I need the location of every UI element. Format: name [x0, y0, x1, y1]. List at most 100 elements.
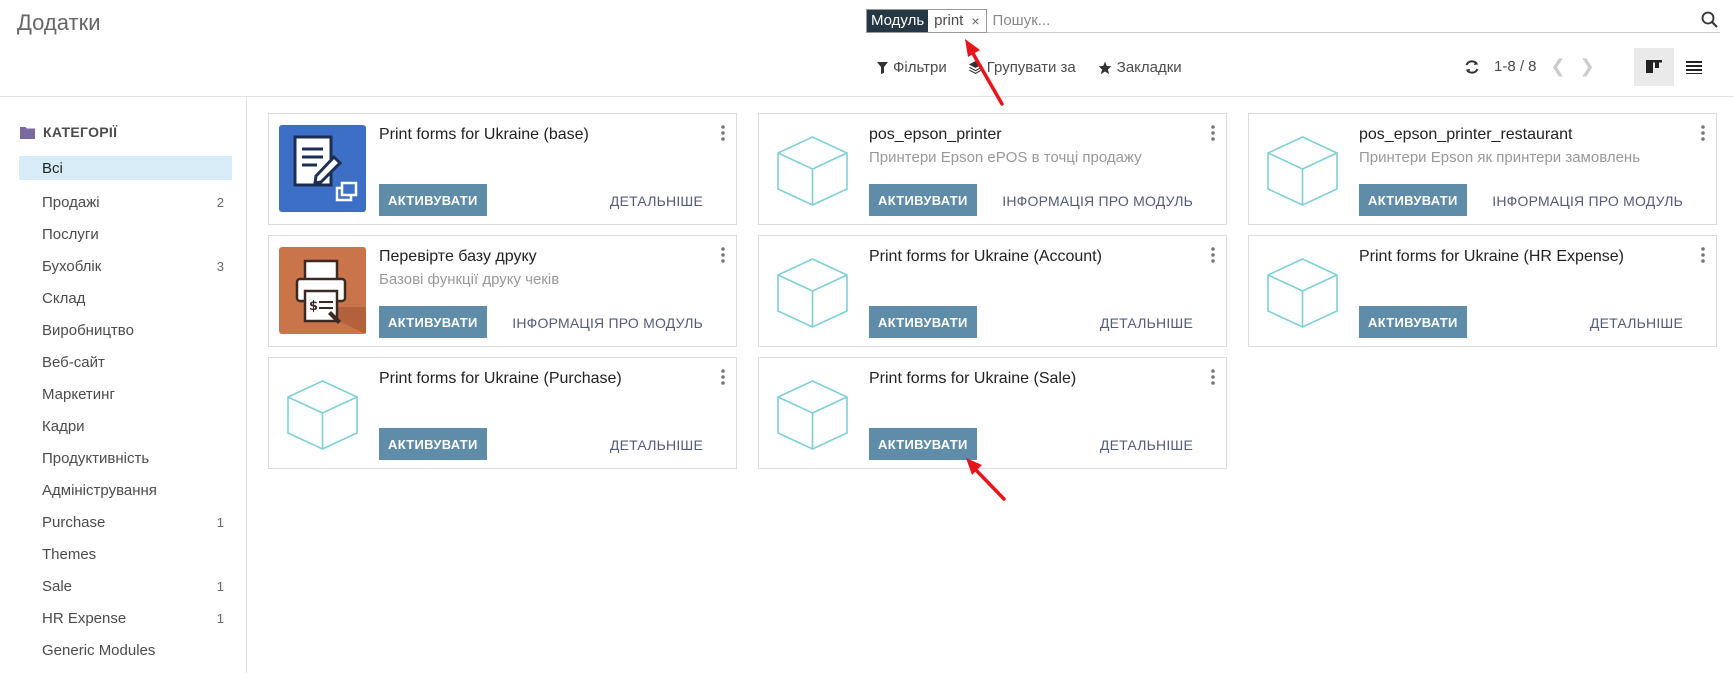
category-count: 2	[216, 194, 224, 210]
category-label: Бухоблік	[42, 257, 102, 275]
module-details-link[interactable]: ДЕТАЛЬНІШЕ	[1590, 315, 1683, 331]
module-info-link[interactable]: ІНФОРМАЦІЯ ПРО МОДУЛЬ	[1002, 193, 1193, 209]
activate-button[interactable]: АКТИВУВАТИ	[1359, 184, 1467, 216]
kebab-menu-icon[interactable]	[1209, 368, 1217, 386]
category-label: Виробництво	[42, 321, 134, 339]
categories-title: КАТЕГОРІЇ	[43, 124, 118, 140]
folder-icon	[20, 126, 35, 139]
module-card[interactable]: Print forms for Ukraine (Purchase) АКТИВ…	[268, 357, 737, 469]
module-info-link[interactable]: ІНФОРМАЦІЯ ПРО МОДУЛЬ	[1492, 193, 1683, 209]
category-item-manufacturing[interactable]: Виробництво	[19, 314, 232, 346]
kebab-menu-icon[interactable]	[719, 124, 727, 142]
kebab-menu-icon[interactable]	[1699, 124, 1707, 142]
module-title: pos_epson_printer_restaurant	[1359, 126, 1573, 143]
pager-value[interactable]: 1-8 / 8	[1494, 58, 1537, 75]
kebab-menu-icon[interactable]	[1209, 124, 1217, 142]
module-card[interactable]: Print forms for Ukraine (HR Expense) АКТ…	[1248, 235, 1717, 347]
list-view-button[interactable]	[1674, 48, 1714, 86]
refresh-icon[interactable]	[1464, 59, 1480, 75]
search-bar: Модуль print ×	[866, 8, 1720, 33]
category-list: Всі Продажі 2 Послуги Бухоблік 3 Склад Вир…	[19, 156, 232, 666]
category-item-accounting[interactable]: Бухоблік 3	[19, 250, 232, 282]
category-label: Purchase	[42, 513, 106, 531]
activate-button[interactable]: АКТИВУВАТИ	[869, 184, 977, 216]
category-item-inventory[interactable]: Склад	[19, 282, 232, 314]
module-details-link[interactable]: ДЕТАЛЬНІШЕ	[1100, 437, 1193, 453]
page-title: Додатки	[17, 10, 101, 35]
favorites-button[interactable]: Закладки	[1098, 59, 1182, 76]
category-label: Sale	[42, 577, 73, 595]
activate-button[interactable]: АКТИВУВАТИ	[379, 428, 487, 460]
category-label: HR Expense	[42, 609, 127, 627]
kebab-menu-icon[interactable]	[719, 246, 727, 264]
module-details-link[interactable]: ДЕТАЛЬНІШЕ	[610, 437, 703, 453]
category-count: 1	[216, 610, 224, 626]
document-edit-icon	[279, 125, 366, 212]
module-card[interactable]: Print forms for Ukraine (base) АКТИВУВАТ…	[268, 113, 737, 225]
pager-prev-icon[interactable]: ❮	[1551, 56, 1566, 77]
module-card[interactable]: Print forms for Ukraine (Account) АКТИВУ…	[758, 235, 1227, 347]
facet-label: Модуль	[867, 9, 929, 32]
category-item-services[interactable]: Послуги	[19, 218, 232, 250]
module-card[interactable]: $ Перевірте базу друку Базові функції др…	[268, 235, 737, 347]
module-title: pos_epson_printer	[869, 126, 1002, 143]
category-item-website[interactable]: Веб-сайт	[19, 346, 232, 378]
kanban-view-button[interactable]	[1634, 48, 1674, 86]
filter-icon	[877, 61, 888, 74]
module-summary: Базові функції друку чеків	[379, 271, 560, 288]
activate-button[interactable]: АКТИВУВАТИ	[869, 428, 977, 460]
category-label: Всі	[42, 159, 63, 177]
category-label: Продажі	[42, 193, 100, 211]
category-label: Адміністрування	[42, 481, 157, 499]
category-item-generic-modules[interactable]: Generic Modules	[19, 634, 232, 666]
module-title: Print forms for Ukraine (Purchase)	[379, 370, 622, 387]
group-by-button[interactable]: Групувати за	[968, 59, 1076, 76]
module-card[interactable]: pos_epson_printer Принтери Epson ePOS в …	[758, 113, 1227, 225]
filters-label: Фільтри	[893, 59, 947, 76]
kebab-menu-icon[interactable]	[719, 368, 727, 386]
activate-button[interactable]: АКТИВУВАТИ	[1359, 306, 1467, 338]
module-details-link[interactable]: ДЕТАЛЬНІШЕ	[1100, 315, 1193, 331]
category-item-administration[interactable]: Адміністрування	[19, 474, 232, 506]
category-item-hr[interactable]: Кадри	[19, 410, 232, 442]
activate-button[interactable]: АКТИВУВАТИ	[379, 184, 487, 216]
kebab-menu-icon[interactable]	[1699, 246, 1707, 264]
category-item-sale[interactable]: Sale 1	[19, 570, 232, 602]
category-label: Склад	[42, 289, 86, 307]
module-details-link[interactable]: ДЕТАЛЬНІШЕ	[610, 193, 703, 209]
cube-icon	[777, 258, 848, 328]
activate-button[interactable]: АКТИВУВАТИ	[869, 306, 977, 338]
category-item-productivity[interactable]: Продуктивність	[19, 442, 232, 474]
cube-icon	[777, 136, 848, 206]
view-switcher	[1634, 48, 1714, 86]
kanban-icon	[1646, 60, 1662, 73]
category-label: Кадри	[42, 417, 85, 435]
category-count: 3	[216, 258, 224, 274]
check-printer-icon: $	[279, 247, 366, 334]
module-title: Перевірте базу друку	[379, 248, 537, 265]
category-item-all[interactable]: Всі	[19, 156, 232, 180]
activate-button[interactable]: АКТИВУВАТИ	[379, 306, 487, 338]
category-item-purchase[interactable]: Purchase 1	[19, 506, 232, 538]
list-icon	[1686, 61, 1702, 74]
module-card[interactable]: Print forms for Ukraine (Sale) АКТИВУВАТ…	[758, 357, 1227, 469]
kebab-menu-icon[interactable]	[1209, 246, 1217, 264]
module-info-link[interactable]: ІНФОРМАЦІЯ ПРО МОДУЛЬ	[512, 315, 703, 331]
search-icon[interactable]	[1700, 10, 1720, 30]
module-card[interactable]: pos_epson_printer_restaurant Принтери Ep…	[1248, 113, 1717, 225]
favorites-label: Закладки	[1116, 59, 1182, 76]
category-item-sales[interactable]: Продажі 2	[19, 186, 232, 218]
category-label: Generic Modules	[42, 641, 156, 659]
filters-button[interactable]: Фільтри	[877, 59, 947, 76]
category-item-themes[interactable]: Themes	[19, 538, 232, 570]
svg-text:$: $	[309, 299, 318, 314]
pager-next-icon[interactable]: ❯	[1580, 56, 1595, 77]
control-panel: Додатки Модуль print × Фільтри Групувати…	[0, 0, 1734, 97]
search-facet[interactable]: Модуль print ×	[866, 8, 987, 33]
category-item-marketing[interactable]: Маркетинг	[19, 378, 232, 410]
category-item-hr-expense[interactable]: HR Expense 1	[19, 602, 232, 634]
cube-icon	[777, 380, 848, 450]
category-label: Веб-сайт	[42, 353, 105, 371]
facet-remove-icon[interactable]: ×	[971, 13, 979, 29]
search-input[interactable]	[992, 9, 1720, 32]
